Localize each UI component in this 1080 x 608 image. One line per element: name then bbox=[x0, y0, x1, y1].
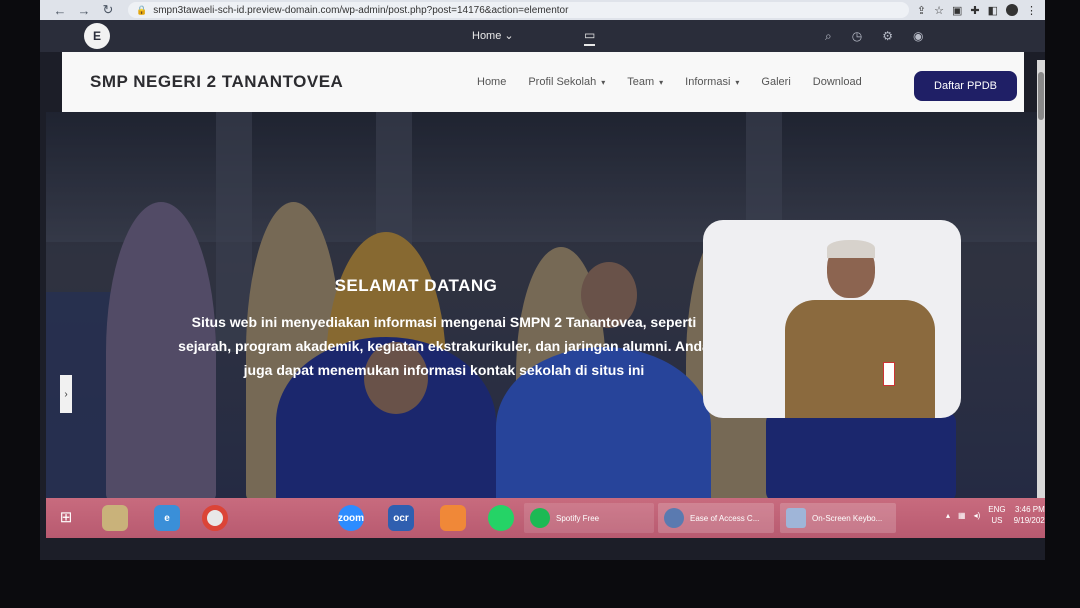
scrollbar-thumb[interactable] bbox=[1038, 72, 1044, 120]
url-input[interactable]: 🔒 smpn3tawaeli-sch-id.preview-domain.com… bbox=[128, 2, 909, 18]
taskbar-window-label: On-Screen Keybo... bbox=[812, 513, 883, 523]
nav-item-label: Team bbox=[627, 76, 655, 88]
url-text: smpn3tawaeli-sch-id.preview-domain.com/w… bbox=[153, 4, 569, 16]
internet-explorer-icon[interactable]: e bbox=[154, 505, 180, 531]
chevron-down-icon: ⌄ bbox=[504, 30, 514, 42]
ocr-icon-label: ocr bbox=[393, 512, 409, 524]
headmaster-photo bbox=[785, 240, 935, 418]
desktop-icon[interactable]: ▭ bbox=[584, 28, 596, 46]
clock-date: 9/19/202 bbox=[1013, 516, 1045, 525]
nav-item-team[interactable]: Team ▾ bbox=[627, 76, 663, 88]
elementor-logo-glyph: E bbox=[92, 29, 101, 43]
hero-section: SELAMAT DATANG Situs web ini menyediakan… bbox=[46, 112, 1037, 500]
page-selector-label: Home bbox=[472, 30, 502, 42]
taskbar-window-label: Spotify Free bbox=[556, 513, 600, 523]
chrome-icon[interactable] bbox=[202, 505, 228, 531]
menu-icon[interactable]: ⋮ bbox=[1026, 4, 1037, 17]
region-code: US bbox=[991, 516, 1003, 525]
browser-toolbar: ⇪ ☆ ▣ ✚ ◧ ⋮ bbox=[917, 3, 1037, 17]
back-button[interactable]: ← bbox=[48, 3, 72, 18]
taskbar-spotify-window[interactable]: Spotify Free bbox=[524, 503, 654, 533]
profile-icon[interactable] bbox=[1006, 3, 1018, 16]
hero-heading: SELAMAT DATANG bbox=[334, 276, 498, 295]
windows-taskbar: ⊞ e zoom ocr Spotify Free Ease of Access… bbox=[46, 498, 1045, 538]
notifications-icon[interactable]: ⚙ bbox=[882, 29, 893, 44]
tray-up-arrow-icon[interactable]: ▴ bbox=[946, 511, 950, 520]
elementor-topbar: E Home ⌄ ▭ ⌕ ◷ ⚙ ◉ bbox=[40, 20, 1045, 52]
nav-item-label: Profil Sekolah bbox=[528, 76, 597, 88]
chevron-down-icon: ▾ bbox=[601, 77, 606, 87]
ease-of-access-icon bbox=[664, 508, 684, 528]
editor-tools: ⌕ ◷ ⚙ ◉ bbox=[825, 29, 923, 44]
nav-item-download[interactable]: Download bbox=[813, 76, 862, 88]
page-scrollbar[interactable] bbox=[1037, 60, 1045, 500]
nav-item-label: Galeri bbox=[761, 76, 791, 88]
page-selector[interactable]: Home ⌄ bbox=[472, 29, 514, 42]
headmaster-uniform bbox=[785, 300, 935, 418]
taskbar-on-screen-keyboard-window[interactable]: On-Screen Keybo... bbox=[780, 503, 896, 533]
preview-icon[interactable]: ◉ bbox=[913, 29, 923, 44]
zoom-icon-label: zoom bbox=[337, 512, 365, 524]
volume-icon[interactable]: ◂) bbox=[974, 511, 981, 520]
reload-button[interactable]: ↻ bbox=[96, 2, 120, 18]
nav-item-profil-sekolah[interactable]: Profil Sekolah ▾ bbox=[528, 76, 605, 88]
headmaster-photo-card bbox=[703, 220, 961, 418]
nav-item-label: Informasi bbox=[685, 76, 731, 88]
network-icon[interactable]: ▦ bbox=[958, 511, 966, 520]
system-tray: ▴ ▦ ◂) ENG US 3:46 PM 9/19/202 bbox=[946, 504, 1045, 526]
site-header: SMP NEGERI 2 TANANTOVEA Home Profil Seko… bbox=[62, 52, 1024, 112]
forward-button[interactable]: → bbox=[72, 3, 96, 18]
site-title[interactable]: SMP NEGERI 2 TANANTOVEA bbox=[90, 72, 343, 92]
nav-item-home[interactable]: Home bbox=[477, 76, 506, 88]
puzzle-icon[interactable]: ✚ bbox=[970, 4, 979, 17]
taskbar-clock[interactable]: 3:46 PM 9/19/202 bbox=[1014, 504, 1045, 526]
language-code: ENG bbox=[988, 505, 1006, 514]
whatsapp-icon[interactable] bbox=[488, 505, 514, 531]
panel-toggle-button[interactable]: › bbox=[60, 375, 72, 413]
keyboard-icon bbox=[786, 508, 806, 528]
xampp-icon[interactable] bbox=[440, 505, 466, 531]
nav-item-galeri[interactable]: Galeri bbox=[761, 76, 790, 88]
hero-description: Situs web ini menyediakan informasi meng… bbox=[178, 314, 710, 378]
site-nav: Home Profil Sekolah ▾ Team ▾ Informasi ▾… bbox=[477, 76, 862, 88]
nav-item-label: Download bbox=[812, 76, 862, 88]
start-button[interactable]: ⊞ bbox=[56, 508, 76, 528]
browser-address-bar: ← → ↻ 🔒 smpn3tawaeli-sch-id.preview-doma… bbox=[40, 0, 1045, 20]
lock-icon: 🔒 bbox=[136, 4, 148, 15]
nav-item-informasi[interactable]: Informasi ▾ bbox=[685, 76, 739, 88]
file-explorer-icon[interactable] bbox=[102, 505, 128, 531]
history-icon[interactable]: ◷ bbox=[852, 29, 862, 44]
chevron-down-icon: ▾ bbox=[659, 77, 664, 87]
clock-time: 3:46 PM bbox=[1014, 505, 1045, 514]
headmaster-hair bbox=[827, 240, 875, 258]
zoom-icon[interactable]: zoom bbox=[338, 505, 364, 531]
search-icon[interactable]: ⌕ bbox=[825, 29, 832, 44]
daftar-ppdb-button[interactable]: Daftar PPDB bbox=[914, 71, 1017, 101]
extension-icon[interactable]: ▣ bbox=[952, 4, 962, 17]
monitor-screen: ← → ↻ 🔒 smpn3tawaeli-sch-id.preview-doma… bbox=[40, 0, 1045, 560]
id-badge bbox=[883, 362, 895, 386]
sidebar-icon[interactable]: ◧ bbox=[988, 4, 998, 17]
spotify-icon bbox=[530, 508, 550, 528]
share-icon[interactable]: ⇪ bbox=[917, 4, 926, 17]
chevron-down-icon: ▾ bbox=[735, 77, 740, 87]
language-indicator[interactable]: ENG US bbox=[988, 504, 1005, 526]
nav-item-label: Home bbox=[477, 76, 507, 88]
taskbar-window-label: Ease of Access C... bbox=[690, 513, 760, 523]
taskbar-ease-of-access-window[interactable]: Ease of Access C... bbox=[658, 503, 774, 533]
elementor-logo[interactable]: E bbox=[84, 23, 110, 49]
star-icon[interactable]: ☆ bbox=[934, 4, 944, 17]
ocr-icon[interactable]: ocr bbox=[388, 505, 414, 531]
